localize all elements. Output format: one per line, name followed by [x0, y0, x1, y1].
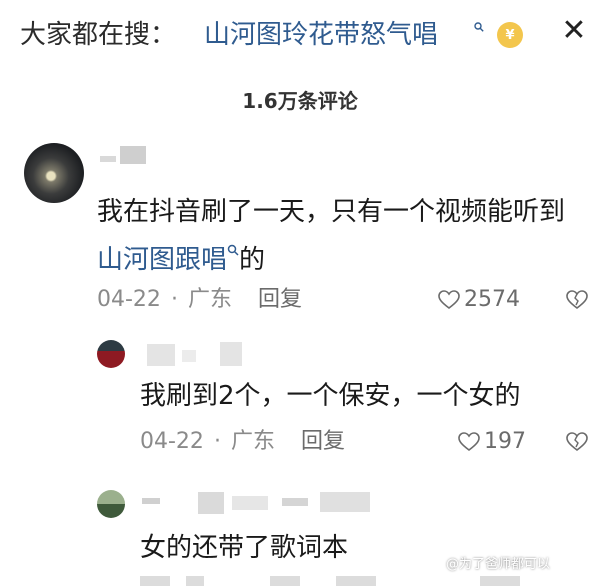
- reply-meta: 04-22 · 广东 回复: [140, 427, 345, 457]
- close-button[interactable]: ✕: [558, 12, 590, 48]
- comment-date: 04-22: [97, 287, 161, 312]
- coin-icon: ¥: [497, 22, 523, 48]
- like-button[interactable]: 197: [458, 427, 526, 457]
- comments-page: 大家都在搜： 山河图玲花带怒气唱 ¥ ✕ 1.6万条评论 我在抖音刷了一天，只有…: [0, 0, 600, 586]
- heart-icon: [438, 290, 460, 310]
- reply-button[interactable]: 回复: [258, 287, 302, 312]
- watermark-text: @为了爸师都可以: [446, 557, 551, 572]
- reply-text: 我刷到2个，一个保安，一个女的: [140, 381, 521, 411]
- avatar[interactable]: [24, 143, 84, 203]
- reply-text: 女的还带了歌词本: [140, 533, 349, 563]
- reply-meta-cutoff: [140, 572, 600, 586]
- like-count: 2574: [464, 287, 520, 312]
- separator-dot: ·: [213, 429, 221, 454]
- separator-dot: ·: [170, 287, 178, 312]
- reply-location: 广东: [230, 429, 275, 454]
- broken-heart-icon[interactable]: [566, 431, 588, 453]
- comment-location: 广东: [187, 287, 232, 312]
- search-icon: [227, 244, 239, 256]
- comment-text: 我在抖音刷了一天，只有一个视频能听到山河图跟唱的: [97, 197, 566, 275]
- broken-heart-icon[interactable]: [566, 289, 588, 311]
- heart-icon: [458, 432, 480, 452]
- close-icon: ✕: [561, 12, 587, 48]
- search-query-link[interactable]: 山河图玲花带怒气唱: [204, 18, 438, 52]
- comment-search-link[interactable]: 山河图跟唱: [97, 245, 227, 275]
- like-count: 197: [484, 429, 526, 454]
- like-button[interactable]: 2574: [438, 285, 520, 315]
- search-suggestion-bar[interactable]: 大家都在搜： 山河图玲花带怒气唱 ¥ ✕: [0, 0, 600, 72]
- comment-count-title: 1.6万条评论: [242, 89, 358, 113]
- avatar[interactable]: [97, 340, 125, 368]
- avatar[interactable]: [97, 490, 125, 518]
- comment-meta: 04-22 · 广东 回复: [97, 285, 302, 315]
- username-blurred[interactable]: [100, 146, 148, 168]
- search-prefix-label: 大家都在搜：: [20, 20, 177, 50]
- reply-button[interactable]: 回复: [301, 429, 345, 454]
- reply-date: 04-22: [140, 429, 204, 454]
- search-icon: [474, 22, 484, 32]
